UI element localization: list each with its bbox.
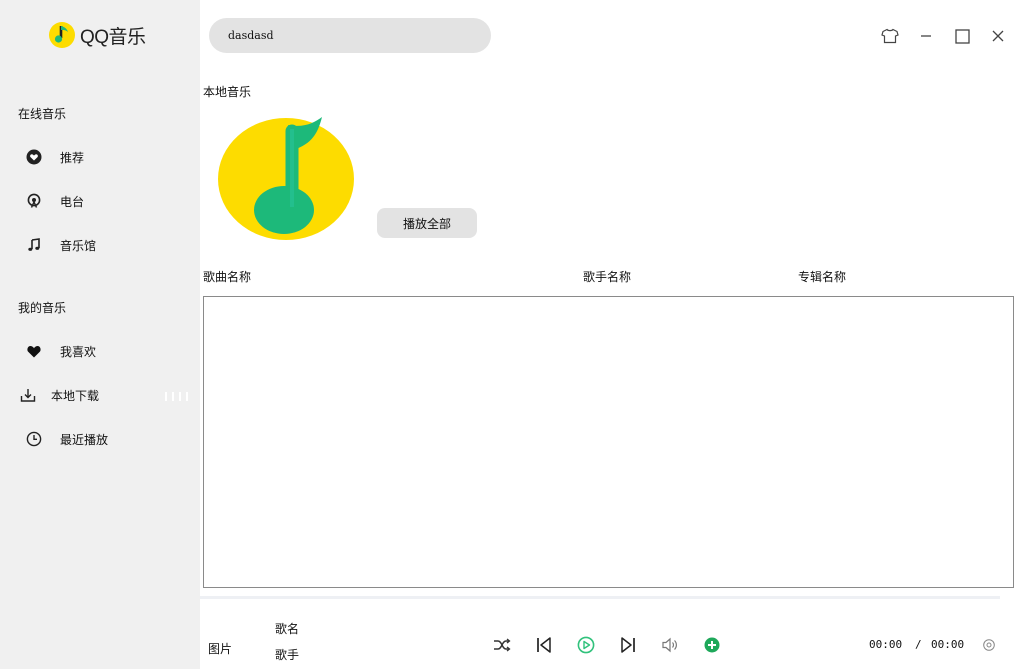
app-logo[interactable]: QQ音乐 (48, 21, 146, 49)
my-music-title: 我的音乐 (18, 301, 67, 315)
sidebar-item-recent-play[interactable]: 最近播放 (26, 429, 108, 449)
playlist-icon[interactable] (982, 638, 996, 652)
close-icon[interactable] (989, 27, 1007, 45)
app-name: QQ音乐 (80, 26, 146, 48)
time-separator: / (915, 638, 922, 651)
player-divider (200, 596, 1000, 599)
player-song-name: 歌名 (275, 622, 300, 636)
qq-music-cover-art-icon (218, 117, 354, 240)
previous-icon[interactable] (533, 634, 555, 656)
sidebar-item-label: 推荐 (60, 150, 85, 165)
player-cover-placeholder: 图片 (208, 642, 233, 656)
column-header-artist[interactable]: 歌手名称 (583, 268, 631, 285)
song-list[interactable] (203, 296, 1014, 588)
play-all-button[interactable]: 播放全部 (377, 208, 477, 238)
local-music-title: 本地音乐 (203, 85, 252, 99)
player-singer-name: 歌手 (275, 648, 300, 662)
sidebar-item-favorites[interactable]: 我喜欢 (26, 341, 96, 361)
sidebar-item-radio[interactable]: 电台 (26, 191, 84, 211)
main-panel: 本地音乐 播放全部 歌曲名称 歌手名称 专辑名称 图片 歌名 歌手 00:00 … (200, 0, 1014, 669)
maximize-icon[interactable] (953, 27, 971, 45)
next-icon[interactable] (617, 634, 639, 656)
sidebar: QQ音乐 在线音乐 推荐 电台 音乐馆 我的音乐 我喜欢 本地下载 最近播放 (0, 0, 200, 669)
sidebar-item-label: 我喜欢 (60, 344, 97, 359)
sidebar-item-music-hall[interactable]: 音乐馆 (26, 235, 96, 255)
sidebar-item-local-download[interactable]: 本地下载 (20, 385, 99, 405)
sidebar-item-label: 本地下载 (51, 388, 100, 403)
minimize-icon[interactable] (917, 27, 935, 45)
heart-circle-icon (26, 149, 42, 165)
sidebar-item-recommend[interactable]: 推荐 (26, 147, 84, 167)
skin-icon[interactable] (881, 27, 899, 45)
volume-icon[interactable] (659, 634, 681, 656)
play-icon[interactable] (575, 634, 597, 656)
shuffle-icon[interactable] (491, 634, 513, 656)
qq-music-logo-icon (49, 22, 75, 48)
search-input[interactable] (209, 18, 491, 53)
radio-icon (26, 193, 42, 209)
sidebar-item-label: 电台 (60, 194, 85, 209)
sidebar-item-label: 最近播放 (60, 432, 109, 447)
add-icon[interactable] (701, 634, 723, 656)
download-icon (20, 387, 36, 403)
download-progress-indicator (165, 392, 188, 401)
album-cover (212, 115, 362, 247)
column-header-song[interactable]: 歌曲名称 (203, 268, 251, 285)
music-note-icon (26, 237, 42, 253)
online-music-title: 在线音乐 (18, 107, 67, 121)
total-time: 00:00 (931, 638, 965, 651)
clock-icon (26, 431, 42, 447)
column-header-album[interactable]: 专辑名称 (798, 268, 846, 285)
sidebar-item-label: 音乐馆 (60, 238, 97, 253)
current-time: 00:00 (869, 638, 903, 651)
heart-icon (26, 343, 42, 359)
